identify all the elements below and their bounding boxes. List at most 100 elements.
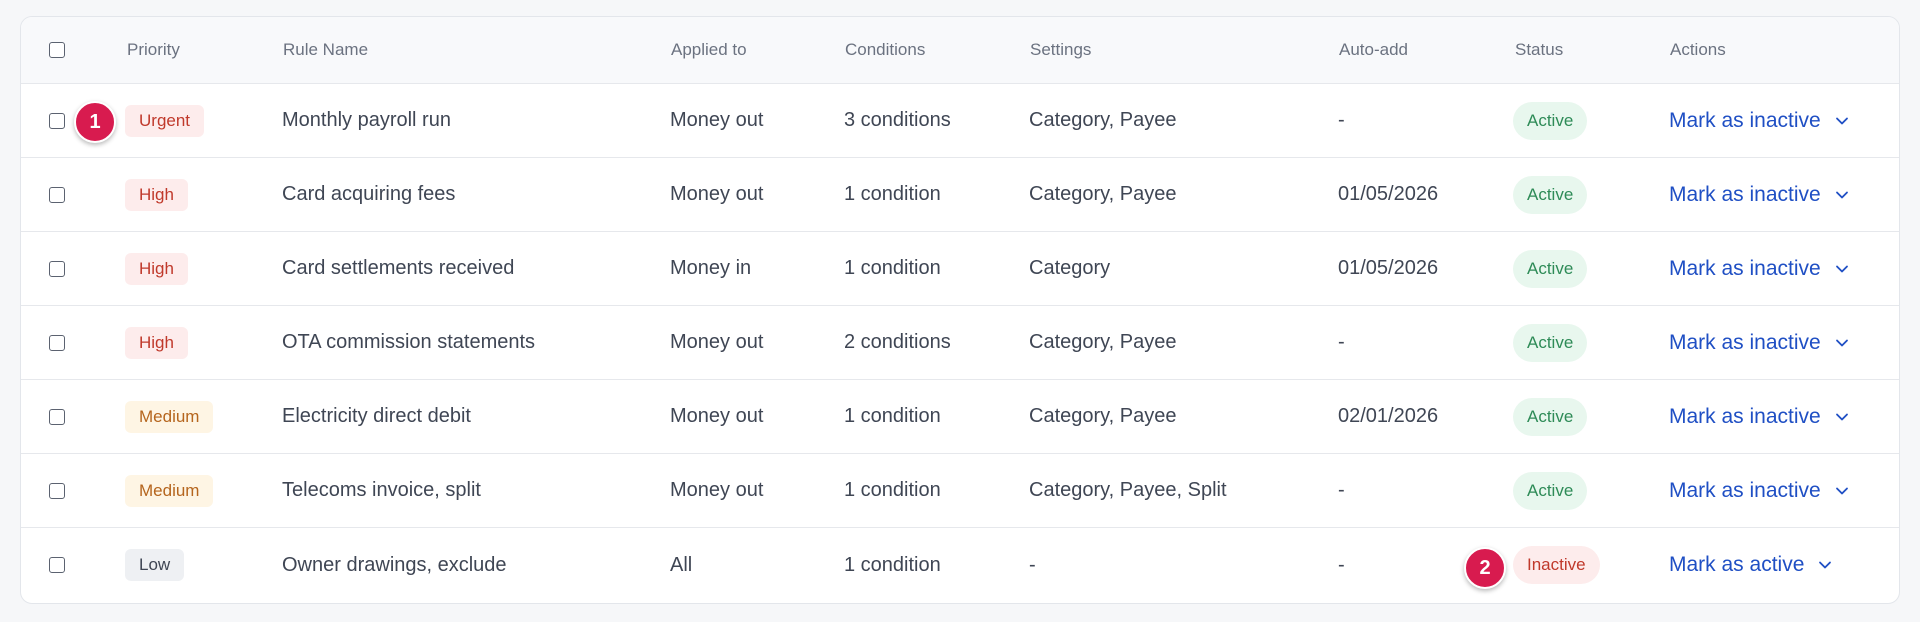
row-select-cell — [49, 232, 65, 305]
row-select-cell — [49, 84, 65, 157]
priority-cell: Urgent — [125, 84, 205, 157]
priority-cell: Low — [125, 528, 185, 602]
priority-badge: Medium — [125, 400, 214, 433]
table-header: Priority Rule Name Applied to Conditions… — [21, 17, 1899, 84]
status-badge: Active — [1513, 175, 1588, 214]
row-checkbox[interactable] — [49, 482, 65, 499]
status-action-dropdown[interactable]: Mark as inactive — [1669, 257, 1849, 281]
applied-to: Money out — [670, 183, 764, 205]
status-action-dropdown[interactable]: Mark as inactive — [1669, 331, 1849, 355]
table-row[interactable]: High Card acquiring fees Money out 1 condit… — [21, 158, 1899, 232]
header-applied-to[interactable]: Applied to — [671, 17, 747, 83]
settings: Category — [1029, 257, 1111, 279]
priority-badge: Urgent — [125, 104, 205, 137]
status-cell: Active — [1513, 380, 1588, 453]
auto-add: - — [1338, 479, 1345, 501]
rule-name[interactable]: Monthly payroll run — [282, 84, 451, 157]
rule-name[interactable]: OTA commission statements — [282, 306, 535, 379]
rule-name[interactable]: Owner drawings, exclude — [282, 528, 507, 602]
action-label: Mark as inactive — [1669, 108, 1821, 132]
row-select-cell — [49, 158, 65, 231]
status-cell: Active — [1513, 306, 1588, 379]
table-row[interactable]: Medium Telecoms invoice, split Money out 1 … — [21, 454, 1899, 528]
status-action-dropdown[interactable]: Mark as active — [1669, 553, 1832, 577]
status-badge: Active — [1513, 397, 1588, 436]
action-label: Mark as inactive — [1669, 478, 1821, 502]
status-action-dropdown[interactable]: Mark as inactive — [1669, 109, 1849, 133]
priority-cell: Medium — [125, 380, 214, 453]
applied-to: Money out — [670, 331, 764, 353]
applied-to: Money out — [670, 109, 764, 131]
action-label: Mark as active — [1669, 553, 1805, 576]
rule-name[interactable]: Card settlements received — [282, 232, 514, 305]
actions-cell: Mark as inactive — [1669, 454, 1849, 527]
select-all-checkbox[interactable] — [49, 42, 65, 58]
applied-to: Money out — [670, 479, 764, 501]
status-action-dropdown[interactable]: Mark as inactive — [1669, 405, 1849, 429]
table-row[interactable]: Urgent Monthly payroll run Money out 3 cond… — [21, 84, 1899, 158]
chevron-down-icon — [1835, 262, 1849, 276]
actions-cell: Mark as inactive — [1669, 158, 1849, 231]
actions-cell: Mark as inactive — [1669, 306, 1849, 379]
applied-to: Money in — [670, 257, 752, 279]
chevron-down-icon — [1835, 336, 1849, 350]
table-row[interactable]: Low Owner drawings, exclude All 1 condition… — [21, 528, 1899, 602]
action-label: Mark as inactive — [1669, 404, 1821, 428]
priority-cell: Medium — [125, 454, 214, 527]
action-label: Mark as inactive — [1669, 182, 1821, 206]
priority-badge: High — [125, 326, 188, 359]
priority-badge: High — [125, 252, 188, 285]
settings: Category, Payee — [1029, 109, 1177, 131]
rule-name[interactable]: Card acquiring fees — [282, 158, 455, 231]
chevron-down-icon — [1835, 188, 1849, 202]
rule-name[interactable]: Electricity direct debit — [282, 380, 471, 453]
table-row[interactable]: High Card settlements received Money in 1 c… — [21, 232, 1899, 306]
row-checkbox[interactable] — [49, 557, 65, 573]
header-rule-name[interactable]: Rule Name — [283, 17, 368, 83]
conditions: 1 condition — [844, 257, 941, 279]
status-action-dropdown[interactable]: Mark as inactive — [1669, 183, 1849, 207]
conditions: 1 condition — [844, 183, 941, 205]
status-badge: Inactive — [1513, 546, 1600, 584]
auto-add: - — [1338, 553, 1345, 576]
status-badge: Active — [1513, 249, 1588, 288]
settings: Category, Payee, Split — [1029, 479, 1227, 501]
row-checkbox[interactable] — [49, 186, 65, 203]
actions-cell: Mark as inactive — [1669, 232, 1849, 305]
settings: Category, Payee — [1029, 183, 1177, 205]
header-status[interactable]: Status — [1515, 17, 1563, 83]
settings: Category, Payee — [1029, 331, 1177, 353]
row-checkbox[interactable] — [49, 260, 65, 277]
row-checkbox[interactable] — [49, 112, 65, 129]
row-select-cell — [49, 454, 65, 527]
header-auto-add[interactable]: Auto-add — [1339, 17, 1408, 83]
row-select-cell — [49, 528, 65, 602]
table-row[interactable]: Medium Electricity direct debit Money out 1… — [21, 380, 1899, 454]
chevron-down-icon — [1835, 484, 1849, 498]
settings: - — [1029, 553, 1036, 576]
settings: Category, Payee — [1029, 405, 1177, 427]
status-cell: Active — [1513, 84, 1588, 157]
conditions: 1 condition — [844, 553, 941, 576]
status-badge: Active — [1513, 323, 1588, 362]
auto-add: 02/01/2026 — [1338, 405, 1439, 427]
applied-to: All — [670, 553, 693, 576]
header-actions: Actions — [1670, 40, 1726, 59]
auto-add: 01/05/2026 — [1338, 183, 1439, 205]
status-action-dropdown[interactable]: Mark as inactive — [1669, 479, 1849, 503]
status-cell: Active — [1513, 232, 1588, 305]
header-settings[interactable]: Settings — [1030, 17, 1091, 83]
status-badge: Active — [1513, 101, 1588, 140]
priority-cell: High — [125, 158, 188, 231]
header-priority[interactable]: Priority — [127, 17, 180, 83]
applied-to: Money out — [670, 405, 764, 427]
rule-name[interactable]: Telecoms invoice, split — [282, 454, 481, 527]
status-cell: Inactive — [1513, 528, 1600, 602]
header-conditions[interactable]: Conditions — [845, 17, 925, 83]
row-checkbox[interactable] — [49, 408, 65, 425]
chevron-down-icon — [1818, 558, 1832, 572]
row-select-cell — [49, 380, 65, 453]
table-row[interactable]: High OTA commission statements Money out 2 … — [21, 306, 1899, 380]
row-checkbox[interactable] — [49, 334, 65, 351]
conditions: 1 condition — [844, 479, 941, 501]
